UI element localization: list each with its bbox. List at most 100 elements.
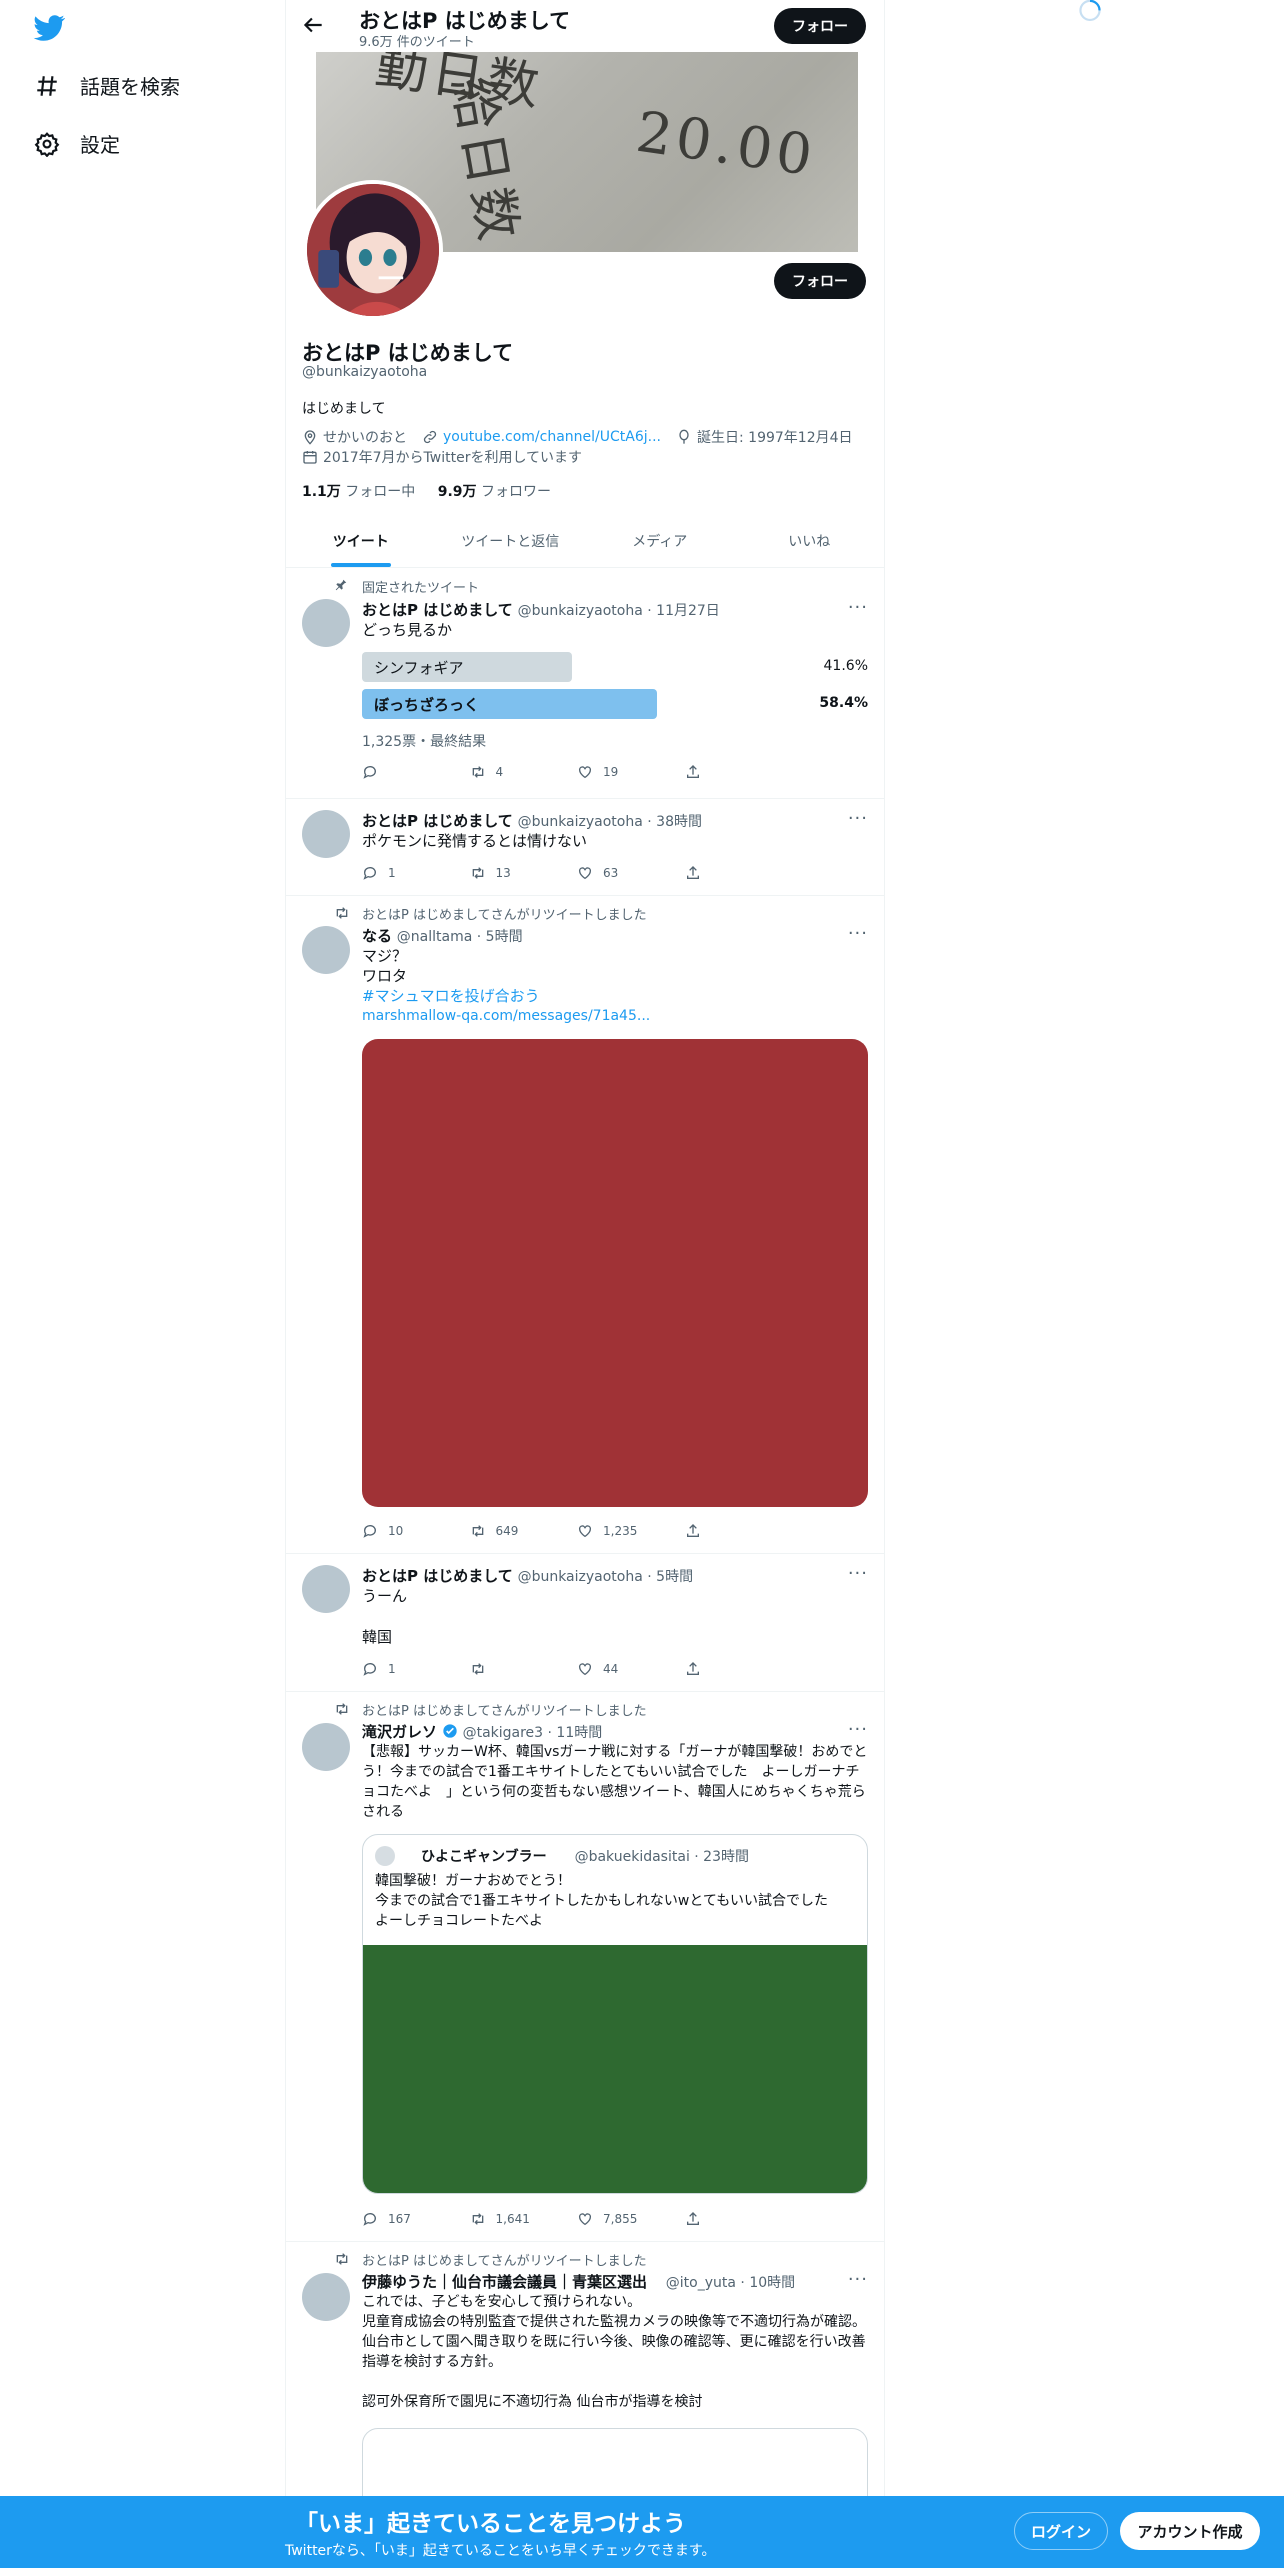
sidebar-item-label: 話題を検索 — [80, 75, 180, 99]
retweet-button[interactable]: 1,641 — [470, 2211, 578, 2227]
share-button[interactable] — [685, 764, 793, 780]
share-button[interactable] — [685, 865, 793, 881]
profile-url-link[interactable]: youtube.com/channel/UCtA6j... — [443, 429, 661, 445]
like-button[interactable]: 7,855 — [577, 2211, 685, 2227]
quoted-tweet-media-image[interactable] — [363, 1945, 867, 2193]
reply-button[interactable]: 1 — [362, 1661, 470, 1677]
tweet-pinned[interactable]: 固定されたツイート おとはP はじめまして @bunkaizyaotoha · … — [286, 569, 884, 799]
tweet-actions: 1 44 — [362, 1661, 792, 1677]
tab-tweets[interactable]: ツイート — [286, 515, 436, 567]
external-link[interactable]: marshmallow-qa.com/messages/71a45... — [362, 1006, 650, 1026]
reply-icon — [363, 766, 376, 779]
avatar[interactable] — [302, 2273, 350, 2321]
profile-stats: 1.1万 フォロー中 9.9万 フォロワー — [302, 481, 551, 501]
tweet[interactable]: おとはP はじめまして @bunkaizyaotoha · 38時間 ··· ポ… — [286, 800, 884, 896]
sidebar-item-explore[interactable]: 話題を検索 — [34, 71, 180, 100]
heart-icon — [579, 867, 591, 880]
like-button[interactable]: 19 — [577, 764, 685, 780]
quoted-tweet[interactable]: ひよこギャンブラー @bakuekidasitai · 23時間 韓国撃破！ガーナ… — [362, 1834, 868, 2194]
tab-media[interactable]: メディア — [585, 515, 735, 567]
profile-name: おとはP はじめまして — [302, 341, 514, 365]
avatar[interactable] — [302, 810, 350, 858]
profile-header-bar: おとはP はじめまして 9.6万 件のツイート フォロー — [286, 0, 884, 52]
more-options-icon[interactable]: ··· — [848, 1563, 868, 1584]
tweet-retweeted[interactable]: おとはP はじめましてさんがリツイートしました 滝沢ガレソ @takigare3… — [286, 1693, 884, 2242]
reply-button[interactable] — [362, 764, 470, 780]
twitter-logo-icon[interactable] — [33, 12, 65, 44]
retweet-button[interactable]: 4 — [470, 764, 578, 780]
tab-tweets-and-replies[interactable]: ツイートと返信 — [436, 515, 586, 567]
avatar[interactable] — [302, 1565, 350, 1613]
tweet-text: どっち見るか — [362, 621, 453, 639]
retweet-button[interactable]: 13 — [470, 865, 578, 881]
tweet-media-image[interactable] — [362, 1039, 868, 1507]
more-options-icon[interactable]: ··· — [848, 1719, 868, 1740]
followers-link[interactable]: 9.9万 フォロワー — [438, 484, 551, 500]
retweeted-by-label: おとはP はじめましてさんがリツイートしました — [362, 1704, 647, 1719]
hashtag-link[interactable]: #マシュマロを投げ合おう — [362, 986, 540, 1006]
sidebar-item-settings[interactable]: 設定 — [34, 129, 120, 158]
header-follow-button[interactable]: フォロー — [774, 8, 866, 44]
tweet-author-name[interactable]: なる — [362, 927, 392, 945]
share-button[interactable] — [685, 1661, 793, 1677]
tweet-header: おとはP はじめまして @bunkaizyaotoha · 5時間 — [362, 1565, 693, 1586]
poll-option-bar: シンフォギア — [362, 652, 572, 682]
header-tweet-count: 9.6万 件のツイート — [359, 35, 475, 50]
share-icon — [686, 765, 699, 778]
tweet-actions: 4 19 — [362, 764, 792, 780]
retweet-icon — [472, 2213, 483, 2225]
avatar[interactable] — [302, 1723, 350, 1771]
tweet-text: これでは、子どもを安心して預けられない。 児童育成協会の特別監査で提供された監視… — [362, 2294, 866, 2410]
more-options-icon[interactable]: ··· — [848, 923, 868, 944]
profile-bio: はじめまして — [302, 401, 386, 417]
tweet-author-name[interactable]: おとはP はじめまして — [362, 812, 513, 830]
retweet-button[interactable]: 649 — [470, 1523, 578, 1539]
profile-location: せかいのおと — [323, 430, 407, 446]
reply-button[interactable]: 167 — [362, 2211, 470, 2227]
reply-icon — [363, 1663, 376, 1676]
profile-birthday: 誕生日: 1997年12月4日 — [697, 430, 853, 446]
avatar[interactable] — [302, 599, 350, 647]
retweet-icon — [336, 907, 348, 919]
like-button[interactable]: 44 — [577, 1661, 685, 1677]
heart-icon — [579, 2213, 591, 2226]
like-button[interactable]: 1,235 — [577, 1523, 685, 1539]
share-icon — [686, 1524, 699, 1537]
login-button[interactable]: ログイン — [1014, 2512, 1108, 2550]
tweet-author-name[interactable]: おとはP はじめまして — [362, 1567, 513, 1585]
tweet[interactable]: おとはP はじめまして @bunkaizyaotoha · 5時間 ··· うー… — [286, 1555, 884, 1692]
signup-button[interactable]: アカウント作成 — [1120, 2512, 1260, 2550]
more-options-icon[interactable]: ··· — [848, 808, 868, 829]
back-arrow-icon[interactable] — [300, 12, 326, 38]
poll-option-bar: ぼっちざろっく — [362, 689, 657, 719]
pin-icon — [335, 579, 347, 591]
tweet-actions: 1 13 63 — [362, 865, 792, 881]
tab-likes[interactable]: いいね — [735, 515, 885, 567]
share-button[interactable] — [685, 2211, 793, 2227]
more-options-icon[interactable]: ··· — [848, 597, 868, 618]
hashtag-icon — [37, 75, 57, 96]
tweet-header: なる @nalltama · 5時間 — [362, 925, 523, 946]
reply-button[interactable]: 1 — [362, 865, 470, 881]
reply-button[interactable]: 10 — [362, 1523, 470, 1539]
following-link[interactable]: 1.1万 フォロー中 — [302, 484, 415, 500]
profile-joined-row: 2017年7月からTwitterを利用しています — [302, 447, 582, 467]
tweet-text: ポケモンに発情するとは情けない — [362, 832, 588, 850]
retweeted-by-label: おとはP はじめましてさんがリツイートしました — [362, 908, 647, 923]
follow-button[interactable]: フォロー — [774, 263, 866, 299]
like-button[interactable]: 63 — [577, 865, 685, 881]
retweet-button[interactable] — [470, 1661, 578, 1677]
avatar[interactable] — [302, 926, 350, 974]
banner-text: 20.00 — [632, 99, 820, 190]
tweet-author-name[interactable]: おとはP はじめまして — [362, 601, 513, 619]
poll-option-label: ぼっちざろっく — [374, 695, 480, 714]
tweet-author-name[interactable]: 滝沢ガレソ — [362, 1723, 437, 1741]
tweet-meta: @ito_yuta · 10時間 — [665, 2275, 796, 2291]
profile-avatar[interactable] — [303, 180, 443, 320]
more-options-icon[interactable]: ··· — [848, 2269, 868, 2290]
tweet-retweeted[interactable]: おとはP はじめましてさんがリツイートしました なる @nalltama · 5… — [286, 897, 884, 1554]
tweet-author-name[interactable]: 伊藤ゆうた｜仙台市議会議員｜青葉区選出 — [362, 2273, 647, 2291]
share-button[interactable] — [685, 1523, 793, 1539]
retweet-icon — [336, 2253, 348, 2265]
quoted-tweet-text: 韓国撃破！ガーナおめでとう！ 今までの試合で1番エキサイトしたかもしれないwとて… — [375, 1873, 828, 1929]
